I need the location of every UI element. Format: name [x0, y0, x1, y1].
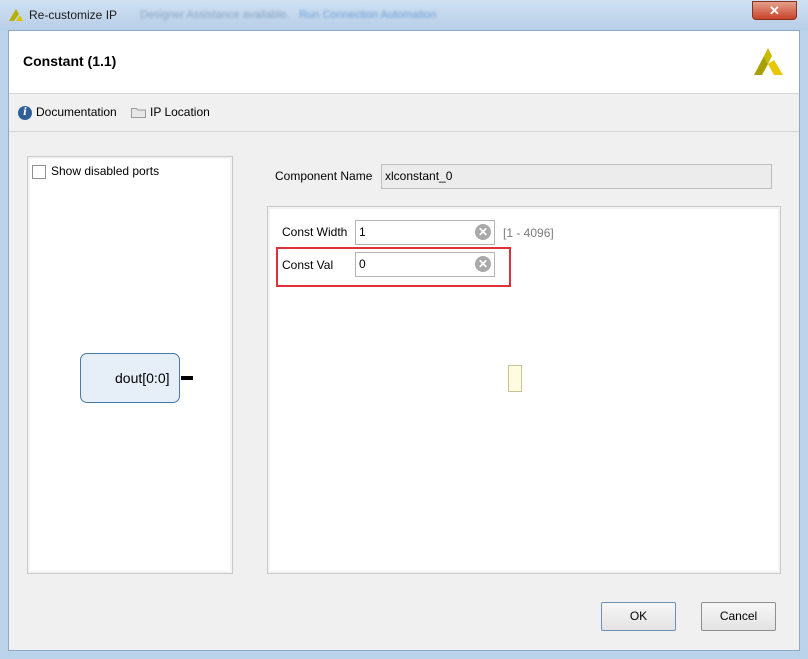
vivado-app-icon [9, 9, 23, 21]
const-width-input[interactable]: 1 [355, 220, 495, 245]
dialog-title: Constant (1.1) [23, 53, 117, 69]
port-pin [181, 376, 193, 380]
const-width-label: Const Width [282, 225, 348, 239]
dialog-header [9, 31, 799, 93]
const-width-range: [1 - 4096] [503, 226, 554, 240]
documentation-menu[interactable]: Documentation [36, 105, 117, 119]
vivado-logo-icon [754, 48, 783, 75]
component-name-field[interactable]: xlconstant_0 [381, 164, 772, 189]
show-disabled-ports-checkbox[interactable] [32, 165, 46, 179]
close-button[interactable]: ✕ [752, 1, 797, 20]
tooltip-fragment [508, 365, 522, 392]
clear-icon[interactable]: ✕ [475, 224, 491, 240]
port-label: dout[0:0] [115, 370, 170, 386]
component-name-label: Component Name [275, 169, 373, 183]
folder-icon[interactable] [131, 107, 146, 118]
cancel-button[interactable]: Cancel [701, 602, 776, 631]
background-hint: Designer Assistance available. Run Connec… [140, 9, 436, 21]
highlight-box [276, 247, 511, 287]
window-title: Re-customize IP [29, 8, 118, 22]
background-hint-link: Run Connection Automation [299, 9, 437, 21]
ip-location-button[interactable]: IP Location [150, 105, 210, 119]
info-icon[interactable]: i [18, 106, 32, 120]
ok-button[interactable]: OK [601, 602, 676, 631]
background-hint-text: Designer Assistance available. [140, 9, 290, 21]
toolbar [9, 94, 799, 131]
show-disabled-ports-label[interactable]: Show disabled ports [51, 164, 159, 178]
